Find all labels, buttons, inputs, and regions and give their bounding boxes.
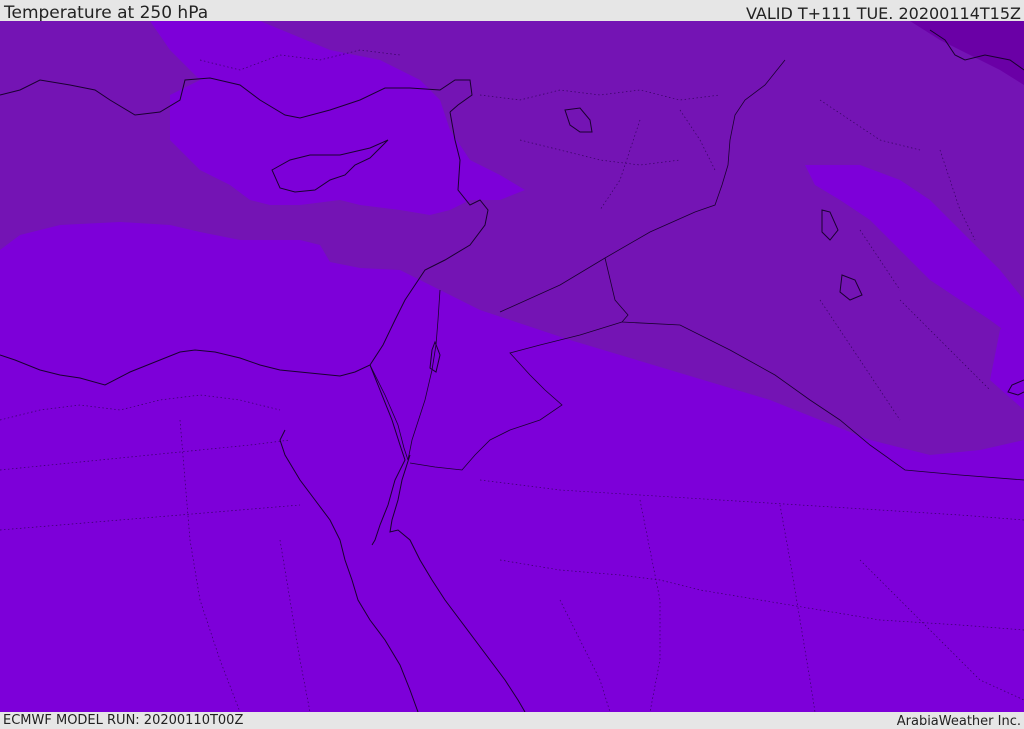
map-svg bbox=[0, 21, 1024, 712]
map-frame: Temperature at 250 hPa VALID T+111 TUE. … bbox=[0, 0, 1024, 729]
model-run-label: ECMWF MODEL RUN: 20200110T00Z bbox=[3, 713, 244, 728]
map-canvas[interactable] bbox=[0, 21, 1024, 712]
header-bar: Temperature at 250 hPa VALID T+111 TUE. … bbox=[0, 0, 1024, 23]
footer-bar: ECMWF MODEL RUN: 20200110T00Z ArabiaWeat… bbox=[0, 712, 1024, 729]
credit-label: ArabiaWeather Inc. bbox=[896, 714, 1021, 729]
